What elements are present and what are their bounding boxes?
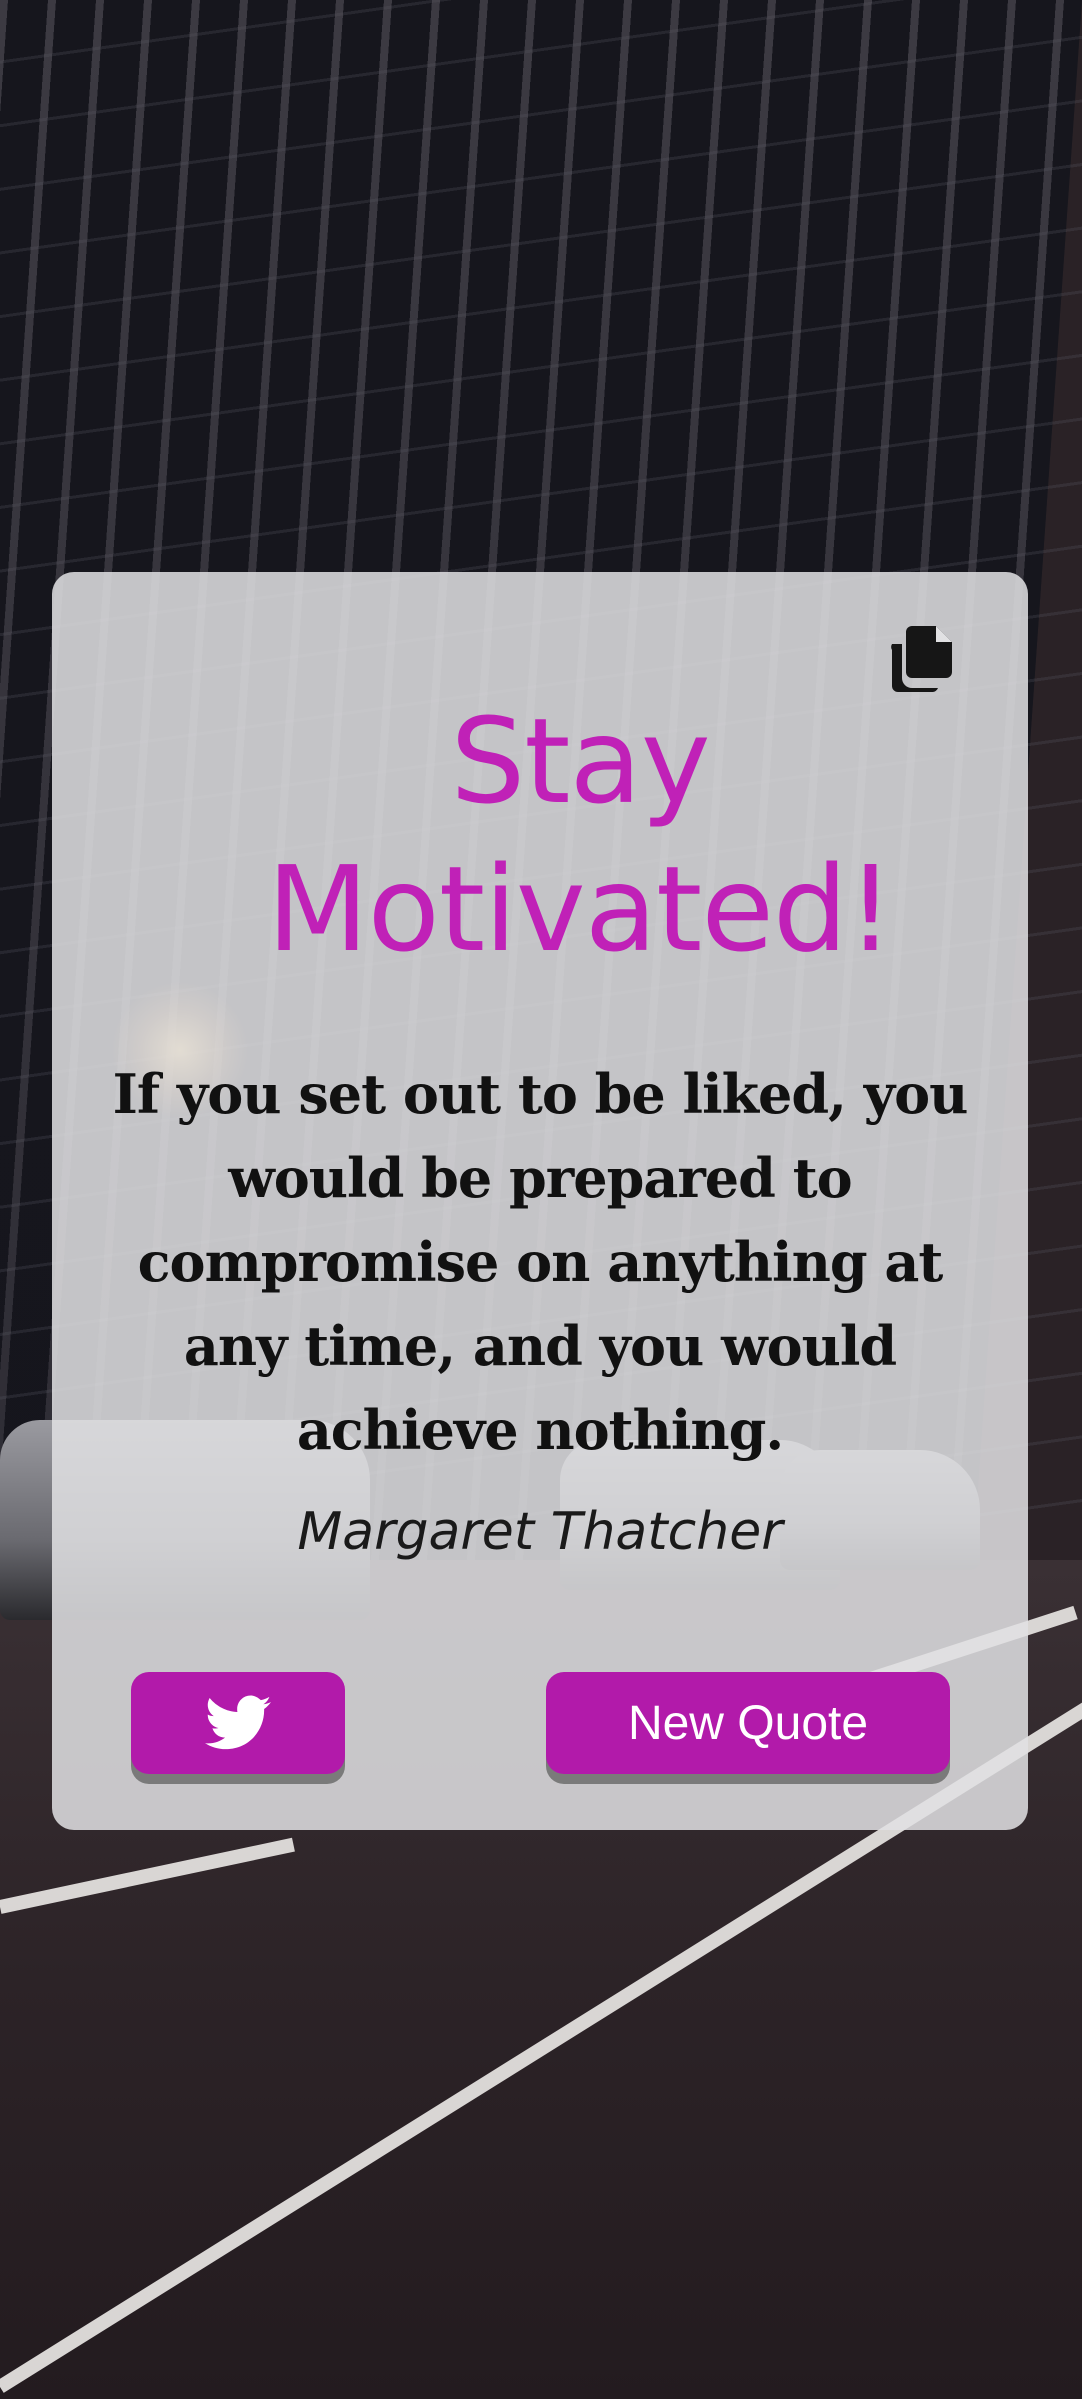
new-quote-button[interactable]: New Quote — [546, 1672, 950, 1774]
app-title: Stay Motivated! — [266, 692, 894, 978]
quote-author: Margaret Thatcher — [297, 1502, 783, 1562]
twitter-bird-icon — [205, 1695, 271, 1750]
new-quote-label: New Quote — [627, 1696, 869, 1750]
copy-button[interactable] — [884, 622, 954, 693]
copy-icon — [891, 626, 952, 693]
quote-card: Stay Motivated! If you set out to be lik… — [52, 572, 1028, 1830]
tweet-button[interactable] — [131, 1672, 345, 1774]
quote-text: If you set out to be liked, you would be… — [112, 1062, 969, 1462]
